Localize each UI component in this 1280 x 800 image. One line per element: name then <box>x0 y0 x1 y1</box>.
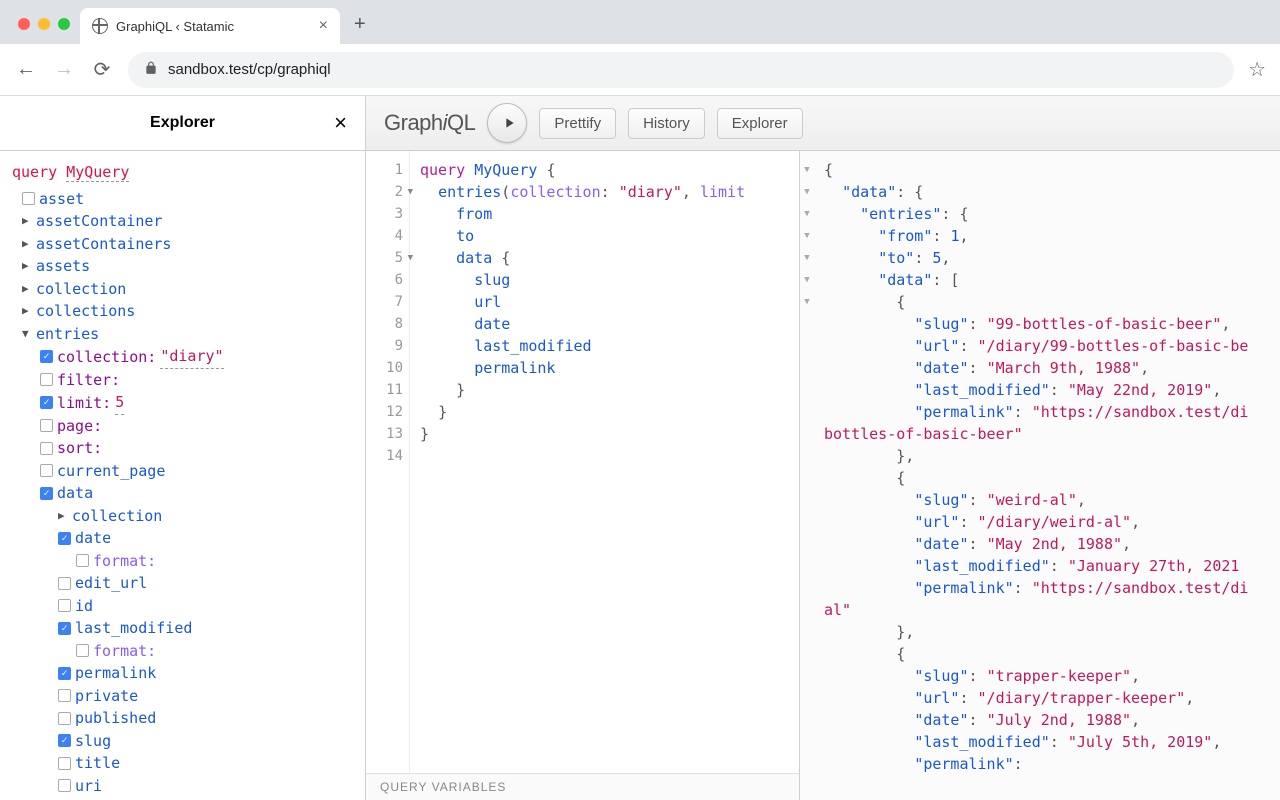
play-icon <box>501 115 517 131</box>
explorer-button[interactable]: Explorer <box>717 108 803 139</box>
field-published[interactable]: published <box>12 707 353 730</box>
reload-button[interactable]: ⟳ <box>90 57 114 82</box>
arg-sort[interactable]: sort: <box>12 437 353 460</box>
explorer-body: query MyQuery asset ▶assetContainer ▶ass… <box>0 151 365 800</box>
field-last-modified[interactable]: last_modified <box>12 617 353 640</box>
tree-item-assetcontainers[interactable]: ▶assetContainers <box>12 233 353 256</box>
field-slug[interactable]: slug <box>12 730 353 753</box>
field-data[interactable]: data <box>12 482 353 505</box>
back-button[interactable]: ← <box>14 58 38 81</box>
tree-item-entries[interactable]: ▼entries <box>12 323 353 346</box>
field-permalink[interactable]: permalink <box>12 662 353 685</box>
arg-collection[interactable]: collection: "diary" <box>12 345 353 369</box>
minimize-window-button[interactable] <box>38 18 50 30</box>
field-uri[interactable]: uri <box>12 775 353 798</box>
close-window-button[interactable] <box>18 18 30 30</box>
arg-page[interactable]: page: <box>12 415 353 438</box>
explorer-header: Explorer × <box>0 96 365 151</box>
execute-button[interactable] <box>487 103 527 143</box>
forward-button[interactable]: → <box>52 58 76 81</box>
close-tab-icon[interactable]: × <box>319 17 328 35</box>
new-tab-button[interactable]: + <box>340 13 380 44</box>
arg-lastmod-format[interactable]: format: <box>12 640 353 663</box>
browser-tab[interactable]: GraphiQL ‹ Statamic × <box>80 8 340 44</box>
editor-panes: 1 2▼ 3 4 5▼ 6 7 8 9 10 11 12 13 14 query… <box>366 151 1280 800</box>
tree-item-assetcontainer[interactable]: ▶assetContainer <box>12 210 353 233</box>
arg-limit[interactable]: limit: 5 <box>12 391 353 415</box>
lock-icon <box>144 61 158 79</box>
query-declaration[interactable]: query MyQuery <box>12 161 353 184</box>
tree-item-assets[interactable]: ▶assets <box>12 255 353 278</box>
url-text: sandbox.test/cp/graphiql <box>168 61 331 78</box>
tab-title: GraphiQL ‹ Statamic <box>116 19 234 34</box>
address-bar[interactable]: sandbox.test/cp/graphiql <box>128 52 1234 88</box>
graphiql-app: Explorer × query MyQuery asset ▶assetCon… <box>0 96 1280 800</box>
browser-toolbar: ← → ⟳ sandbox.test/cp/graphiql ☆ <box>0 44 1280 96</box>
bookmark-star-icon[interactable]: ☆ <box>1248 57 1266 82</box>
result-fold-gutter: ▼▼▼▼▼ ▼ ▼ <box>800 159 814 313</box>
explorer-title: Explorer <box>150 114 215 132</box>
tree-item-collections[interactable]: ▶collections <box>12 300 353 323</box>
tree-item-collection[interactable]: ▶collection <box>12 278 353 301</box>
tab-strip: GraphiQL ‹ Statamic × + <box>0 0 1280 44</box>
arg-filter[interactable]: filter: <box>12 369 353 392</box>
history-button[interactable]: History <box>628 108 705 139</box>
explorer-panel: Explorer × query MyQuery asset ▶assetCon… <box>0 96 366 800</box>
graphiql-toolbar: GraphiQL Prettify History Explorer <box>366 96 1280 151</box>
field-title[interactable]: title <box>12 752 353 775</box>
graphiql-logo: GraphiQL <box>384 110 475 136</box>
field-current-page[interactable]: current_page <box>12 460 353 483</box>
field-id[interactable]: id <box>12 595 353 618</box>
close-icon[interactable]: × <box>334 110 347 136</box>
query-editor[interactable]: 1 2▼ 3 4 5▼ 6 7 8 9 10 11 12 13 14 query… <box>366 151 800 800</box>
query-variables-label[interactable]: QUERY VARIABLES <box>366 773 799 800</box>
field-data-collection[interactable]: ▶collection <box>12 505 353 528</box>
result-json: { "data": { "entries": { "from": 1, "to"… <box>808 159 1280 775</box>
code-content[interactable]: query MyQuery { entries(collection: "dia… <box>410 151 799 800</box>
maximize-window-button[interactable] <box>58 18 70 30</box>
result-pane[interactable]: ▼▼▼▼▼ ▼ ▼ { "data": { "entries": { "from… <box>800 151 1280 800</box>
prettify-button[interactable]: Prettify <box>539 108 616 139</box>
field-edit-url[interactable]: edit_url <box>12 572 353 595</box>
main-area: GraphiQL Prettify History Explorer 1 2▼ … <box>366 96 1280 800</box>
window-controls <box>10 18 80 44</box>
globe-icon <box>92 18 108 34</box>
browser-chrome: GraphiQL ‹ Statamic × + ← → ⟳ sandbox.te… <box>0 0 1280 96</box>
field-private[interactable]: private <box>12 685 353 708</box>
arg-date-format[interactable]: format: <box>12 550 353 573</box>
tree-item-asset[interactable]: asset <box>12 188 353 211</box>
field-date[interactable]: date <box>12 527 353 550</box>
line-gutter: 1 2▼ 3 4 5▼ 6 7 8 9 10 11 12 13 14 <box>366 151 410 800</box>
